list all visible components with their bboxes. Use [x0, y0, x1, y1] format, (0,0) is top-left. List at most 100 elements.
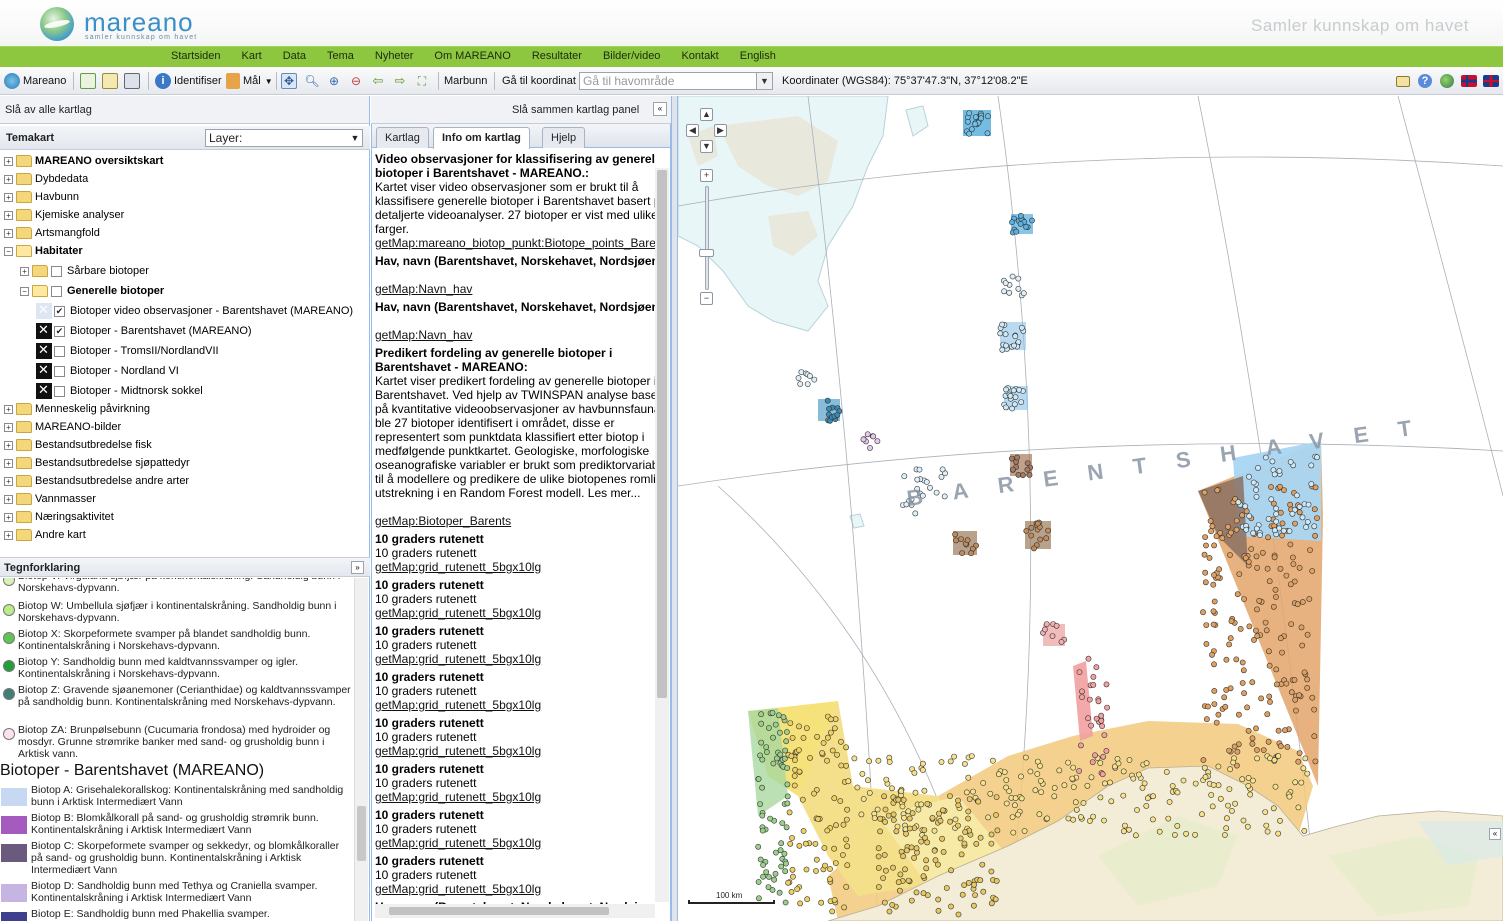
layer-select[interactable]: Layer: ▼	[205, 129, 363, 147]
layer-getmap-link[interactable]: getMap:grid_rutenett_5bgx10lg	[375, 744, 655, 758]
expand-icon[interactable]: +	[4, 174, 13, 184]
tree-node[interactable]: + Menneskelig påvirkning	[4, 400, 150, 418]
expand-icon[interactable]: +	[4, 404, 13, 414]
legend-scrollbar[interactable]	[354, 578, 368, 921]
expand-icon[interactable]: +	[4, 228, 13, 238]
tree-node[interactable]: + Kjemiske analyser	[4, 206, 124, 224]
tree-node[interactable]: − Habitater	[4, 242, 83, 260]
zoom-in-map-button[interactable]: +	[700, 169, 713, 182]
tree-node[interactable]: + Dybdedata	[4, 170, 88, 188]
map-view[interactable]: BARENTSHAVET ▲ ◀ ▶ ▼ + − 100 km «	[678, 96, 1503, 921]
tree-node[interactable]: ✔ Biotoper - Barentshavet (MAREANO)	[36, 322, 252, 340]
tree-node[interactable]: + Havbunn	[4, 188, 79, 206]
english-flag-button[interactable]	[1483, 72, 1502, 90]
pan-west-button[interactable]: ◀	[686, 124, 699, 137]
expand-icon[interactable]: +	[4, 440, 13, 450]
expand-icon[interactable]: +	[4, 156, 13, 166]
tree-node[interactable]: − Generelle biotoper	[20, 282, 164, 300]
expand-icon[interactable]: +	[4, 210, 13, 220]
expand-icon[interactable]: +	[4, 494, 13, 504]
print-button[interactable]	[124, 72, 143, 90]
sea-area-search-input[interactable]: Gå til havområde ▼	[579, 72, 773, 90]
zoom-box-button[interactable]: 🔍︎	[304, 72, 323, 90]
layer-getmap-link[interactable]: getMap:grid_rutenett_5bgx10lg	[375, 882, 655, 896]
tree-node[interactable]: Biotoper - Midtnorsk sokkel	[36, 382, 203, 400]
zoom-in-button[interactable]: ⊕	[326, 72, 345, 90]
layer-getmap-link[interactable]: getMap:Navn_hav	[375, 282, 655, 296]
full-extent-button[interactable]: ⛶	[414, 72, 433, 90]
layer-checkbox[interactable]: ✔	[54, 325, 65, 337]
goto-coordinate-button[interactable]: Gå til koordinat	[502, 72, 576, 90]
globe-button[interactable]	[1440, 72, 1457, 90]
tab-kartlag[interactable]: Kartlag	[376, 127, 429, 148]
expand-icon[interactable]: +	[4, 422, 13, 432]
layer-getmap-link[interactable]: getMap:grid_rutenett_5bgx10lg	[375, 698, 655, 712]
pan-north-button[interactable]: ▲	[700, 108, 713, 121]
home-button[interactable]: Mareano	[4, 72, 66, 90]
tab-hjelp[interactable]: Hjelp	[542, 127, 586, 148]
expand-icon[interactable]: +	[4, 512, 13, 522]
tab-info-om-kartlag[interactable]: Info om kartlag	[433, 127, 530, 149]
mareano-logo[interactable]: mareano samler kunnskap om havet	[40, 7, 200, 41]
export-image-button[interactable]	[102, 72, 121, 90]
pan-south-button[interactable]: ▼	[700, 140, 713, 153]
tree-node[interactable]: + Bestandsutbredelse fisk	[4, 436, 152, 454]
help-button[interactable]: ?	[1418, 72, 1435, 90]
zoom-slider-handle[interactable]	[699, 249, 714, 257]
tree-node[interactable]: Biotoper - Nordland VI	[36, 362, 179, 380]
toggle-all-layers-link[interactable]: Slå av alle kartlag	[5, 104, 92, 116]
expand-panel-icon[interactable]: «	[1489, 828, 1501, 840]
info-vertical-scrollbar[interactable]	[655, 168, 669, 902]
tree-node[interactable]: + Artsmangfold	[4, 224, 100, 242]
pan-button[interactable]: ✥	[281, 72, 300, 90]
nav-nyheter[interactable]: Nyheter	[375, 50, 414, 62]
norwegian-flag-button[interactable]	[1461, 72, 1480, 90]
nav-om-mareano[interactable]: Om MAREANO	[434, 50, 510, 62]
info-hscroll-thumb[interactable]	[389, 907, 609, 915]
collapse-layer-panel-link[interactable]: Slå sammen kartlag panel	[512, 104, 639, 116]
zoom-out-button[interactable]: ⊖	[348, 72, 367, 90]
expand-icon[interactable]: +	[20, 266, 29, 276]
map-canvas[interactable]: BARENTSHAVET	[678, 96, 1503, 921]
layer-getmap-link[interactable]: getMap:grid_rutenett_5bgx10lg	[375, 836, 655, 850]
nav-startsiden[interactable]: Startsiden	[171, 50, 221, 62]
layer-getmap-link[interactable]: getMap:Biotoper_Barents	[375, 514, 655, 528]
tree-node[interactable]: + Bestandsutbredelse sjøpattedyr	[4, 454, 190, 472]
identify-button[interactable]: i Identifiser	[155, 72, 222, 90]
nav-kart[interactable]: Kart	[242, 50, 262, 62]
panel-splitter[interactable]	[671, 96, 678, 921]
layer-getmap-link[interactable]: getMap:Navn_hav	[375, 328, 655, 342]
measure-button[interactable]: Mål ▼	[226, 72, 273, 90]
expand-icon[interactable]: +	[4, 476, 13, 486]
layer-getmap-link[interactable]: getMap:mareano_biotop_punkt:Biotope_poin…	[375, 236, 655, 250]
expand-icon[interactable]: +	[4, 530, 13, 540]
print-map-button[interactable]	[80, 72, 99, 90]
tree-node[interactable]: + MAREANO-bilder	[4, 418, 121, 436]
nav-data[interactable]: Data	[283, 50, 306, 62]
chevron-down-icon[interactable]: ▼	[756, 73, 772, 89]
collapse-legend-icon[interactable]: »	[351, 561, 364, 574]
info-horizontal-scrollbar[interactable]	[375, 904, 655, 918]
tree-node[interactable]: + MAREANO oversiktskart	[4, 152, 163, 170]
tree-node[interactable]: ✔ Biotoper video observasjoner - Barentsh…	[36, 302, 353, 320]
collapse-icon[interactable]: −	[4, 246, 13, 256]
tree-node[interactable]: + Sårbare biotoper	[20, 262, 149, 280]
layer-checkbox[interactable]	[54, 385, 65, 397]
layer-checkbox[interactable]: ✔	[54, 305, 65, 317]
layer-checkbox[interactable]	[51, 285, 62, 297]
layer-checkbox[interactable]	[54, 365, 65, 377]
next-extent-button[interactable]: ⇨	[392, 72, 411, 90]
layer-getmap-link[interactable]: getMap:grid_rutenett_5bgx10lg	[375, 790, 655, 804]
zoom-slider-track[interactable]	[705, 186, 709, 290]
layer-checkbox[interactable]	[54, 345, 65, 357]
nav-resultater[interactable]: Resultater	[532, 50, 582, 62]
expand-icon[interactable]: +	[4, 458, 13, 468]
zoom-out-map-button[interactable]: −	[700, 292, 713, 305]
collapse-panel-icon[interactable]: «	[653, 102, 667, 116]
collapse-icon[interactable]: −	[20, 286, 29, 296]
legend-scroll-thumb[interactable]	[357, 806, 366, 861]
nav-tema[interactable]: Tema	[327, 50, 354, 62]
nav-kontakt[interactable]: Kontakt	[681, 50, 718, 62]
tree-node[interactable]: + Vannmasser	[4, 490, 96, 508]
tree-node[interactable]: + Andre kart	[4, 526, 86, 544]
